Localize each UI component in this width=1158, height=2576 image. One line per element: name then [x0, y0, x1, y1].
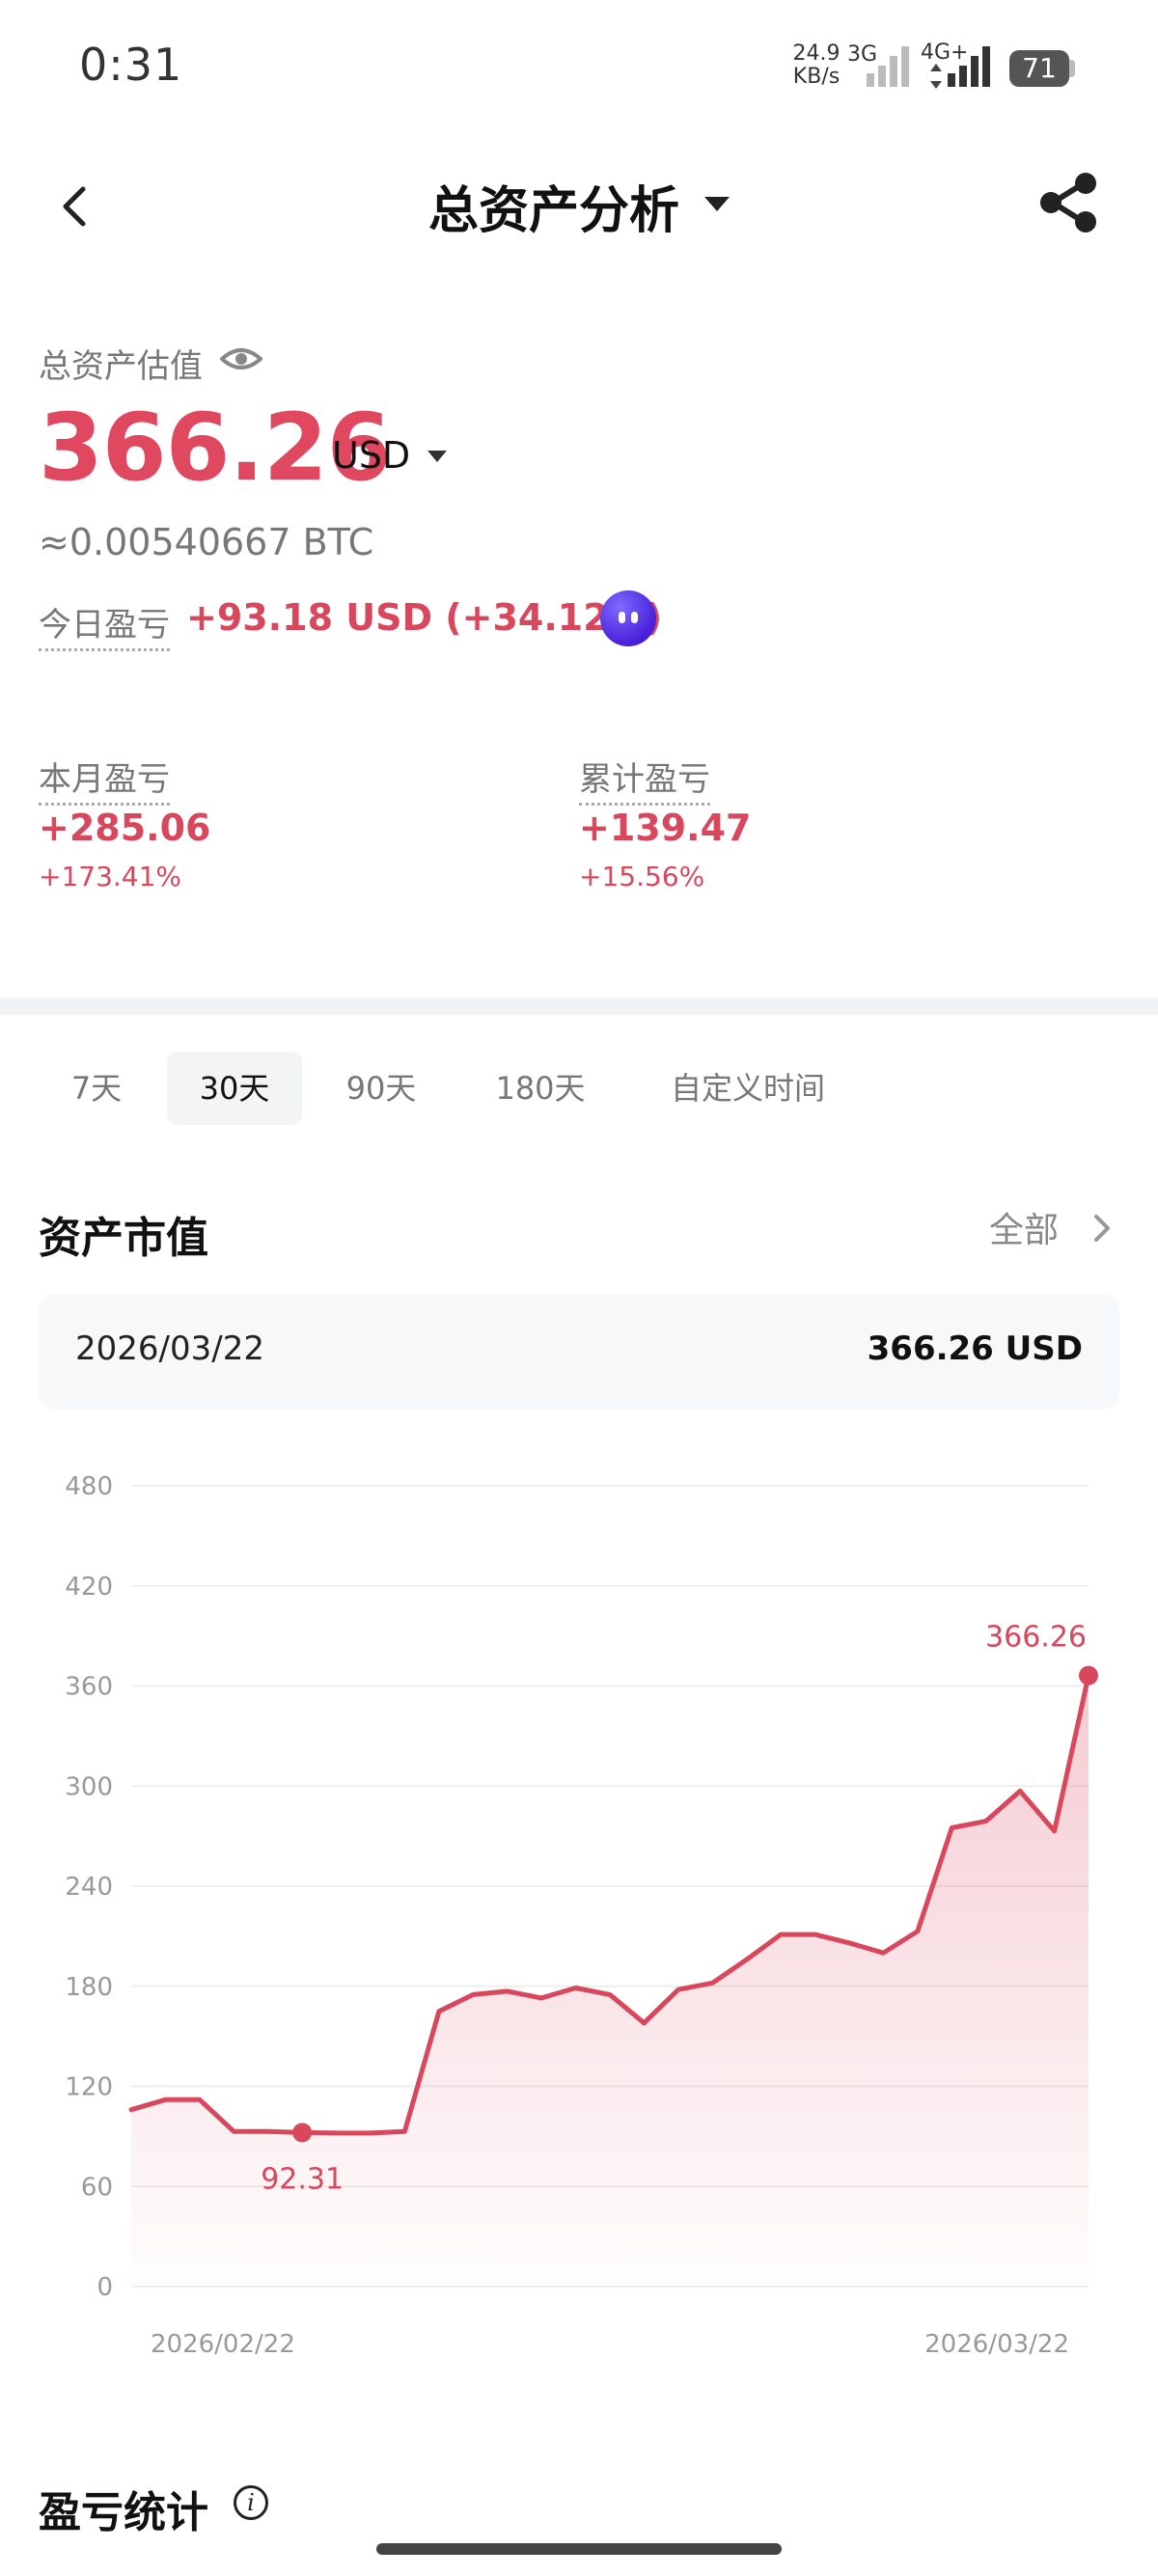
y-tick-label: 60: [81, 2173, 113, 2202]
pnl-stats-title: 盈亏统计: [39, 2488, 208, 2537]
page-title-text: 总资产分析: [427, 182, 679, 240]
network-speed: 24.9 KB/s: [787, 42, 845, 89]
tab-180d[interactable]: 180天: [463, 1052, 618, 1125]
selected-date: 2026/03/22: [75, 1329, 264, 1368]
signal-3g-icon: [867, 46, 909, 87]
annotation-point: [1079, 1665, 1098, 1685]
total-pnl-value: +139.47: [579, 807, 752, 849]
asset-value-chart[interactable]: 0 60 120 180 240 300 360 420 480 92.31 366.26 2026/…: [0, 1438, 1158, 2383]
eye-icon[interactable]: [220, 343, 262, 374]
status-time: 0:31: [79, 39, 183, 91]
month-pnl-percent: +173.41%: [39, 861, 182, 892]
y-tick-label: 0: [96, 2273, 113, 2302]
y-tick-label: 120: [65, 2073, 113, 2102]
y-tick-label: 420: [65, 1573, 113, 1602]
today-pnl-value: +93.18 USD (+34.12%): [186, 596, 663, 639]
assistant-avatar-icon[interactable]: [600, 590, 656, 646]
month-pnl-label[interactable]: 本月盈亏: [39, 753, 170, 806]
share-icon[interactable]: [1037, 172, 1099, 233]
currency-dropdown-icon[interactable]: [427, 451, 447, 462]
network-speed-value: 24.9: [792, 41, 841, 66]
battery-icon: 71: [1009, 50, 1069, 87]
y-tick-label: 300: [65, 1772, 113, 1801]
y-tick-label: 240: [65, 1873, 113, 1902]
annotation-label: 92.31: [261, 2162, 344, 2196]
title-dropdown-icon: [704, 197, 730, 211]
y-tick-label: 360: [65, 1673, 113, 1702]
selected-value: 366.26 USD: [867, 1329, 1083, 1368]
btc-equivalent: ≈0.00540667 BTC: [39, 521, 374, 563]
battery-tip: [1069, 60, 1075, 77]
annotation-point: [292, 2123, 313, 2143]
chevron-right-icon[interactable]: [1090, 1211, 1114, 1246]
info-icon[interactable]: i: [234, 2485, 268, 2520]
tab-7d[interactable]: 7天: [39, 1052, 154, 1125]
month-pnl-value: +285.06: [39, 807, 211, 849]
today-pnl-label[interactable]: 今日盈亏: [39, 598, 170, 651]
market-value-title: 资产市值: [39, 1214, 208, 1263]
tab-custom-time[interactable]: 自定义时间: [637, 1052, 859, 1125]
y-tick-label: 480: [65, 1472, 113, 1501]
x-tick-label: 2026/02/22: [151, 2330, 295, 2359]
x-tick-label: 2026/03/22: [924, 2330, 1069, 2359]
tab-90d[interactable]: 90天: [318, 1052, 444, 1125]
tab-30d[interactable]: 30天: [167, 1052, 302, 1125]
section-divider: [0, 998, 1158, 1015]
total-asset-label: 总资产估值: [39, 347, 203, 386]
annotation-label: 366.26: [985, 1621, 1087, 1655]
y-tick-label: 180: [65, 1973, 113, 2002]
network-speed-unit: KB/s: [792, 65, 841, 89]
total-pnl-label[interactable]: 累计盈亏: [579, 753, 710, 806]
total-pnl-percent: +15.56%: [579, 861, 705, 892]
page-title[interactable]: 总资产分析: [0, 170, 1158, 242]
signal-4g-icon: [948, 46, 990, 87]
home-indicator[interactable]: [376, 2543, 782, 2555]
data-transfer-icon: [930, 64, 942, 89]
all-assets-link[interactable]: 全部: [989, 1202, 1059, 1252]
currency-selector[interactable]: USD: [332, 434, 410, 477]
